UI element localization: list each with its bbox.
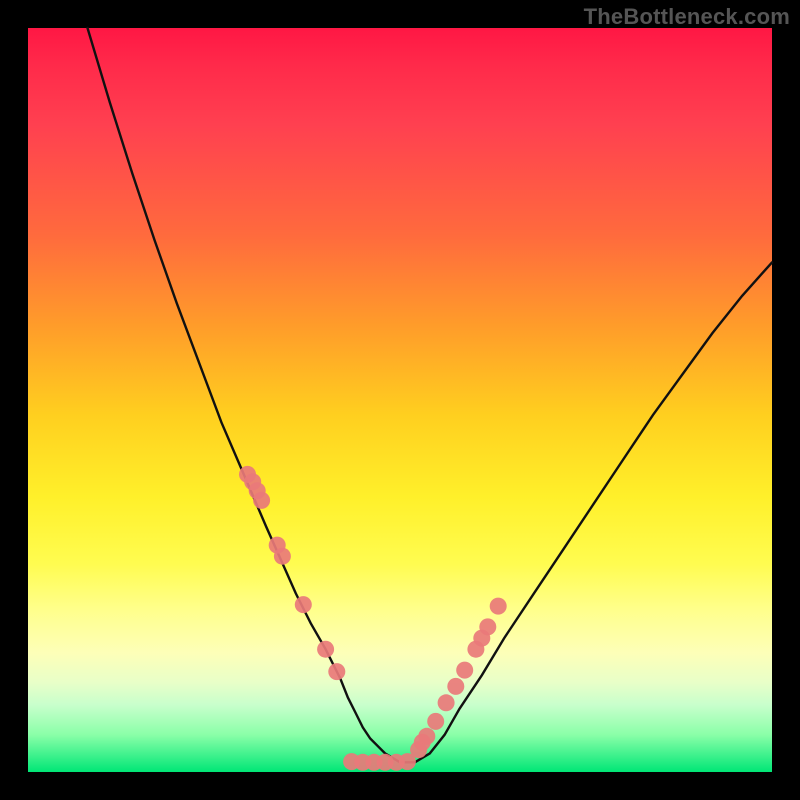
data-point [456,662,473,679]
data-point [295,596,312,613]
watermark-text: TheBottleneck.com [584,4,790,30]
chart-svg [28,28,772,772]
data-markers [239,466,507,771]
bottleneck-curve [88,28,773,762]
data-point [479,618,496,635]
data-point [447,678,464,695]
data-point [427,713,444,730]
data-point [253,492,270,509]
data-point [438,694,455,711]
data-point [490,598,507,615]
data-point [418,728,435,745]
chart-frame: TheBottleneck.com [0,0,800,800]
data-point [328,663,345,680]
data-point [274,548,291,565]
data-point [317,641,334,658]
data-point [399,753,416,770]
plot-area [28,28,772,772]
